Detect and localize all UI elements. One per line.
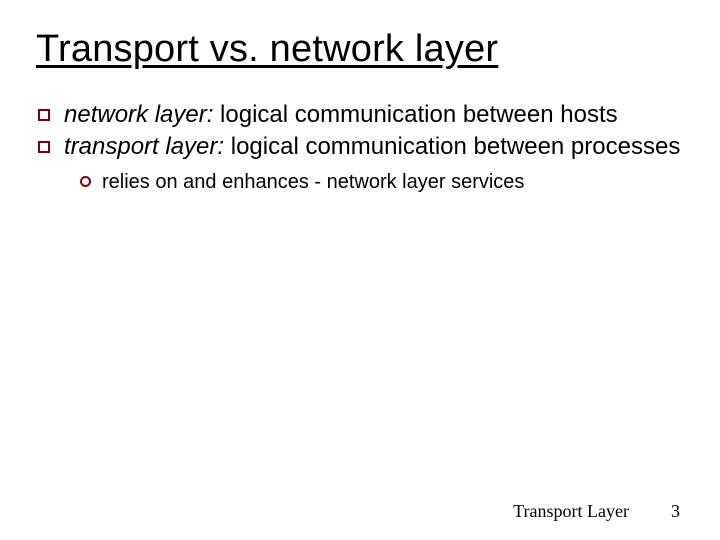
bullet-text: logical communication between hosts [213, 101, 617, 128]
list-item: transport layer: logical communication b… [36, 132, 684, 163]
slide-footer: Transport Layer 3 [513, 501, 680, 522]
sub-bullet-text: relies on and enhances - network layer s… [102, 171, 524, 193]
slide: Transport vs. network layer network laye… [0, 0, 720, 540]
footer-label: Transport Layer [513, 501, 629, 522]
bullet-prefix: network layer: [64, 101, 213, 128]
bullet-text: logical communication between processes [224, 133, 680, 160]
slide-title: Transport vs. network layer [36, 28, 684, 72]
page-number: 3 [671, 501, 680, 522]
bullet-prefix: transport layer: [64, 133, 224, 160]
list-item: relies on and enhances - network layer s… [36, 169, 684, 195]
circle-bullet-icon [80, 176, 91, 187]
bullet-list: network layer: logical communication bet… [36, 100, 684, 163]
square-bullet-icon [38, 141, 50, 153]
square-bullet-icon [38, 109, 50, 121]
list-item: network layer: logical communication bet… [36, 100, 684, 131]
sub-bullet-list: relies on and enhances - network layer s… [36, 169, 684, 195]
